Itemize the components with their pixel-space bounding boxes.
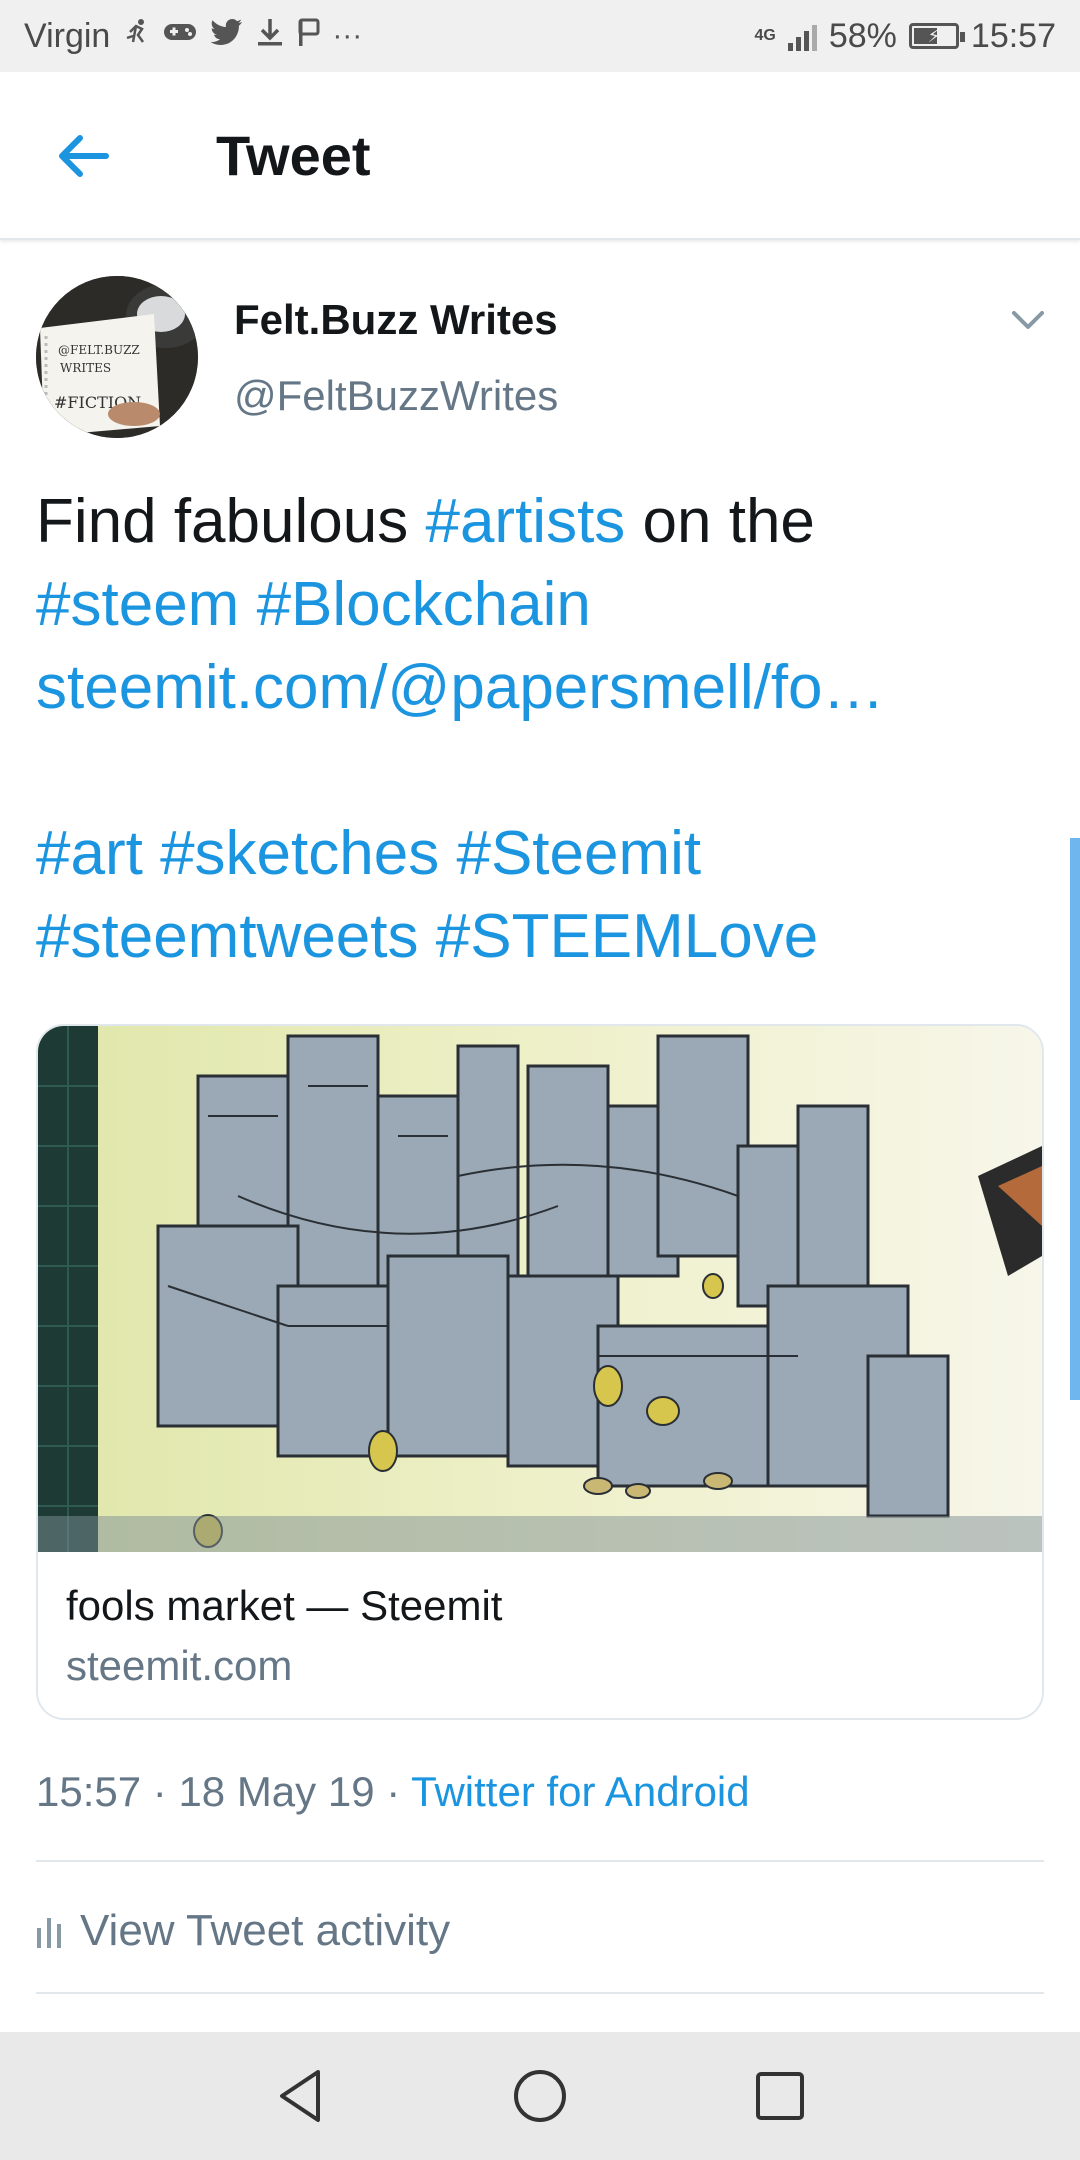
circle-home-icon [514,2070,566,2122]
link-preview-card[interactable]: fools market — Steemit steemit.com [36,1024,1044,1720]
hashtag-sketches[interactable]: #sketches [160,819,439,888]
signal-strength-icon [787,21,817,51]
arrow-left-icon [59,135,109,177]
view-tweet-activity-label: View Tweet activity [80,1906,451,1955]
hashtag-blockchain[interactable]: #Blockchain [257,570,591,639]
tweet-text-segment: Find fabulous [36,487,426,556]
carrier-name: Virgin [24,16,111,55]
charging-bolt-icon: ⚡ [927,26,941,46]
message-flag-icon [296,17,320,55]
tweet-link[interactable]: steemit.com/@papersmell/fo… [36,653,885,722]
nav-home-button[interactable] [500,2056,580,2136]
avatar-text-1: @FELT.BUZZ [58,343,140,357]
hashtag-steemtweets[interactable]: #steemtweets [36,902,419,971]
tweet-date: 18 May 19 [178,1768,375,1815]
card-title: fools market — Steemit [66,1582,503,1629]
clock: 15:57 [970,16,1056,55]
gamepad-icon [162,18,198,54]
triangle-back-icon [280,2070,320,2122]
tweet-text: Find fabulous #artists on the #steem #Bl… [36,480,1046,978]
battery-icon: ⚡ [908,23,965,49]
back-button[interactable] [46,118,122,194]
chevron-down-icon [1012,311,1044,329]
meta-separator: · [141,1768,179,1815]
hashtag-steemlove[interactable]: #STEEMLove [436,902,819,971]
download-icon [256,17,284,55]
meta-separator: · [374,1768,412,1815]
divider [36,1992,1044,1994]
hashtag-artists[interactable]: #artists [425,487,625,556]
tweet-options-button[interactable] [1008,300,1048,340]
avatar-image: @FELT.BUZZ WRITES #FICTION [36,276,198,438]
battery-percent: 58% [828,16,897,55]
hashtag-steem[interactable]: #steem [36,570,239,639]
overflow-dots-icon: ··· [332,19,363,52]
square-recents-icon [756,2072,804,2120]
bar-chart-icon [37,1918,61,1948]
hashtag-art[interactable]: #art [36,819,143,888]
status-bar: Virgin ··· 4G 58% ⚡ 15:57 [0,0,1080,72]
hashtag-steemit[interactable]: #Steemit [456,819,701,888]
avatar-text-2: WRITES [60,361,111,375]
view-tweet-activity-button[interactable]: View Tweet activity [36,1896,450,1966]
user-display-name[interactable]: Felt.Buzz Writes [234,296,558,344]
card-domain: steemit.com [66,1642,293,1689]
twitter-bird-icon [210,18,244,54]
app-header: Tweet [0,72,1080,240]
system-nav-bar [0,2032,1080,2160]
running-icon [124,18,150,54]
tweet-source-link[interactable]: Twitter for Android [411,1768,749,1815]
tweet-time: 15:57 [36,1768,142,1815]
page-title: Tweet [216,124,371,187]
nav-recents-button[interactable] [740,2056,820,2136]
status-bar-left: Virgin ··· [24,0,362,72]
user-handle[interactable]: @FeltBuzzWrites [234,372,558,420]
scrollbar-thumb[interactable] [1070,838,1080,1400]
tweet-metadata: 15:57 · 18 May 19 · Twitter for Android [36,1768,750,1816]
tweet-text-segment: on the [625,487,815,556]
divider [36,1860,1044,1862]
card-preview-image [38,1026,1042,1552]
notification-icons: ··· [124,17,362,55]
network-type-label: 4G [754,27,776,44]
avatar[interactable]: @FELT.BUZZ WRITES #FICTION [36,276,198,438]
nav-back-button[interactable] [260,2056,340,2136]
status-bar-right: 4G 58% ⚡ 15:57 [755,0,1057,72]
